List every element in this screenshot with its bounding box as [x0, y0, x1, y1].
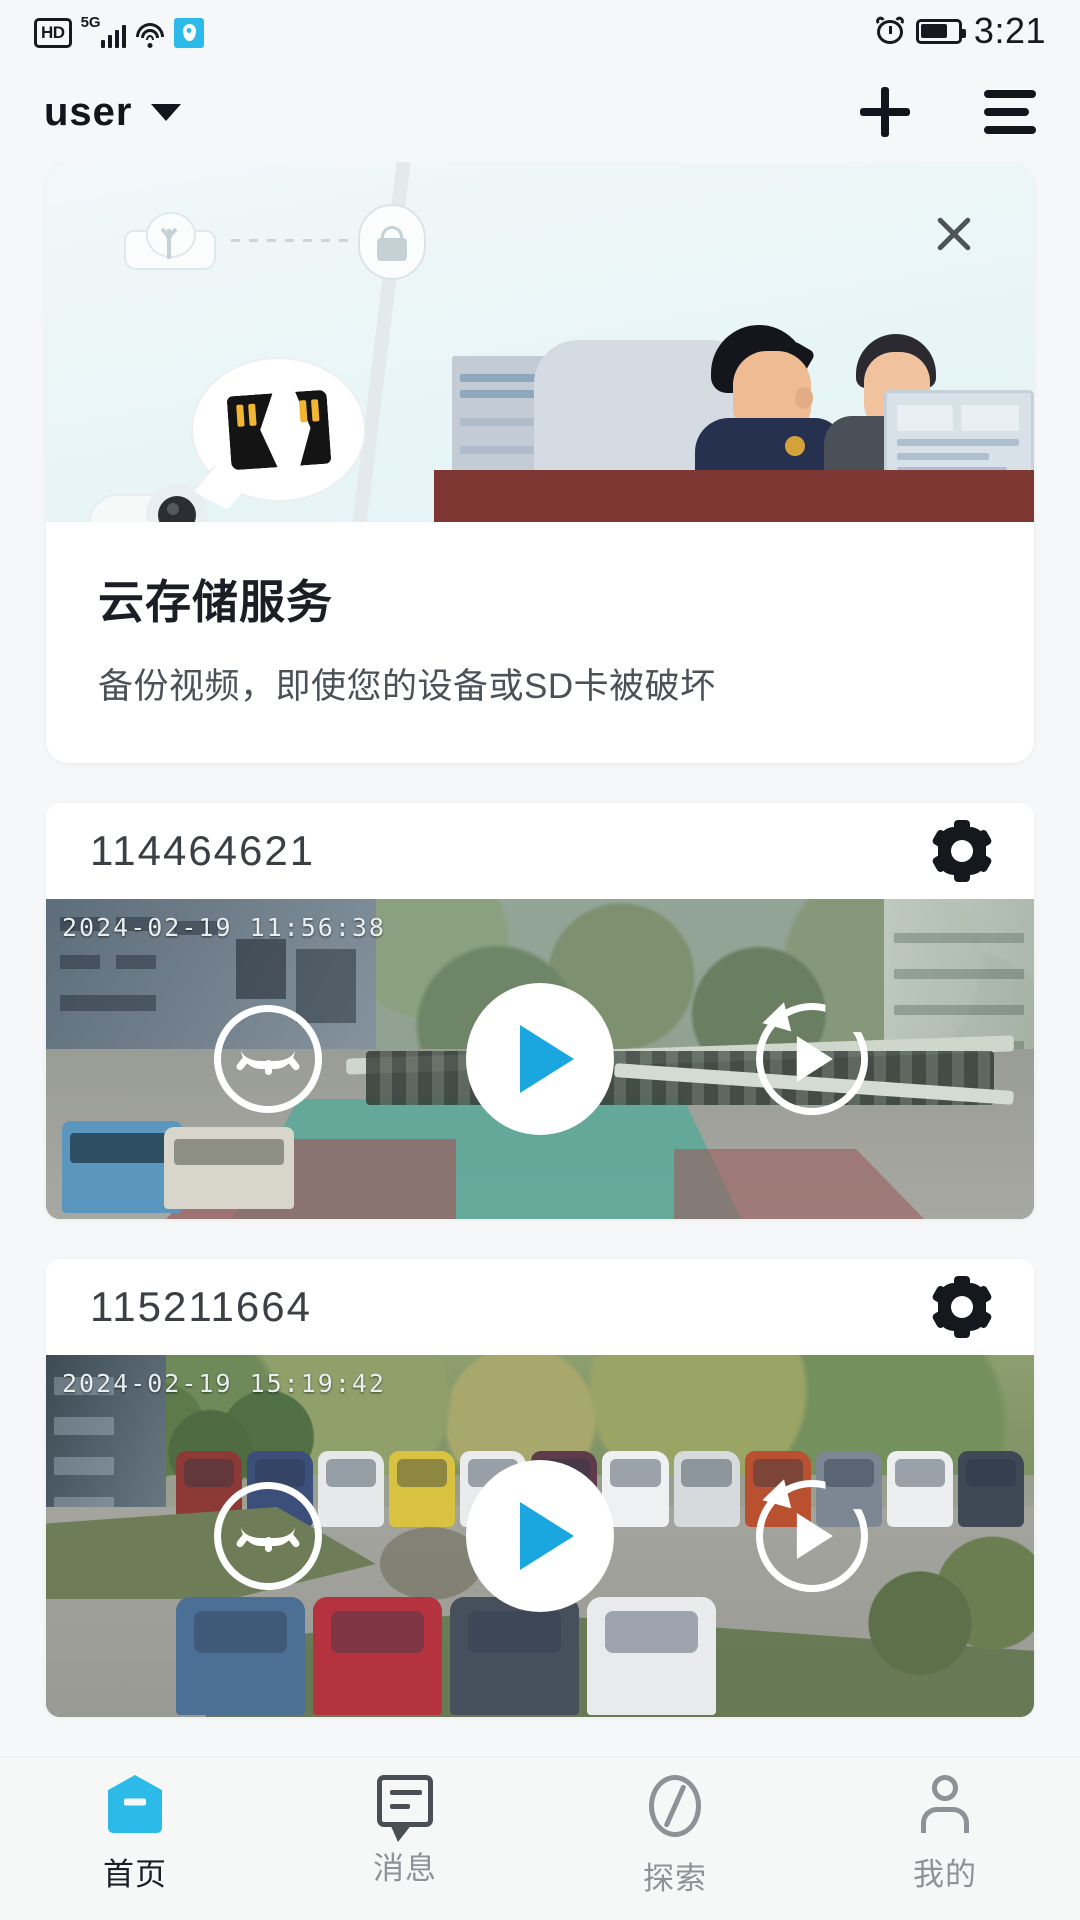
tab-profile-label: 我的: [913, 1857, 977, 1892]
device-card-header: 114464621: [46, 803, 1034, 899]
device-card[interactable]: 114464621 2024-02-19 11:56:38: [46, 803, 1034, 1219]
promo-title: 云存储服务: [98, 576, 333, 628]
status-bar-right: 3:21: [874, 10, 1046, 52]
status-bar: HD 5G 3:21: [0, 0, 1080, 62]
wifi-icon: [135, 22, 165, 48]
app-header: user: [0, 62, 1080, 162]
device-card-header: 115211664: [46, 1259, 1034, 1355]
app-header-actions: [860, 87, 1036, 137]
tab-messages-label: 消息: [373, 1851, 437, 1886]
tab-home-label: 首页: [103, 1857, 167, 1892]
hd-icon: HD: [34, 17, 72, 48]
user-selector[interactable]: user: [44, 90, 181, 135]
message-icon: [377, 1775, 433, 1842]
close-icon[interactable]: [932, 212, 976, 256]
device-card[interactable]: 115211664 2024-02-19 15:19:42: [46, 1259, 1034, 1717]
location-badge-icon: [174, 17, 205, 48]
alarm-clock-icon: [874, 14, 906, 45]
content-scroll-area[interactable]: 云存储服务 备份视频，即使您的设备或SD卡被破坏 114464621 2024-…: [0, 162, 1080, 1756]
bottom-navigation: 首页 消息 探索 我的: [0, 1756, 1080, 1920]
person-icon: [918, 1775, 972, 1833]
status-bar-clock: 3:21: [973, 10, 1046, 51]
speech-bubble: [191, 357, 366, 502]
video-controls: [46, 899, 1034, 1219]
closed-eye-icon[interactable]: [214, 1482, 322, 1590]
broken-sd-card-icon: [226, 389, 331, 470]
network-type-label: 5G: [80, 13, 101, 31]
signal-bars-icon: [100, 22, 127, 48]
battery-icon: [915, 18, 966, 44]
replay-playback-icon[interactable]: [756, 1479, 868, 1592]
tab-home[interactable]: 首页: [0, 1775, 270, 1894]
gear-icon[interactable]: [931, 1276, 993, 1338]
tab-messages[interactable]: 消息: [270, 1775, 540, 1888]
cellular-network-indicator: 5G: [81, 15, 127, 48]
cloud-upload-icon: [124, 212, 216, 270]
play-icon[interactable]: [466, 1460, 614, 1612]
device-live-preview[interactable]: 2024-02-19 15:19:42: [46, 1355, 1034, 1717]
lock-icon: [358, 204, 426, 280]
desk-front-shape: [434, 470, 1034, 522]
device-live-preview[interactable]: 2024-02-19 11:56:38: [46, 899, 1034, 1219]
chevron-down-icon: [150, 103, 181, 121]
promo-text-block: 云存储服务 备份视频，即使您的设备或SD卡被破坏: [46, 522, 1034, 763]
promo-illustration: [46, 162, 1034, 522]
cloud-storage-promo-card[interactable]: 云存储服务 备份视频，即使您的设备或SD卡被破坏: [46, 162, 1034, 763]
tab-profile[interactable]: 我的: [810, 1775, 1080, 1894]
gear-icon[interactable]: [931, 820, 993, 882]
promo-banner: 云存储服务 备份视频，即使您的设备或SD卡被破坏: [46, 162, 1034, 763]
replay-playback-icon[interactable]: [756, 1002, 868, 1115]
plus-icon[interactable]: [860, 87, 910, 137]
device-id-label: 115211664: [90, 1283, 312, 1330]
tab-explore-label: 探索: [643, 1861, 707, 1896]
compass-icon: [649, 1775, 701, 1837]
tab-explore[interactable]: 探索: [540, 1775, 810, 1898]
app-screen: HD 5G 3:21 user 云存储服务 备份视频，即使您的设备或SD卡被破坏…: [0, 0, 1080, 1920]
closed-eye-icon[interactable]: [214, 1005, 322, 1113]
promo-subtitle: 备份视频，即使您的设备或SD卡被破坏: [98, 667, 716, 706]
device-id-label: 114464621: [90, 827, 316, 874]
status-bar-left: HD 5G: [34, 15, 205, 48]
office-scene-illustration: [434, 310, 1034, 522]
dashed-connector: [231, 239, 351, 242]
play-icon[interactable]: [466, 983, 614, 1135]
user-name-label: user: [44, 89, 133, 134]
home-icon: [108, 1775, 162, 1833]
hamburger-menu-icon[interactable]: [984, 90, 1036, 134]
video-controls: [46, 1355, 1034, 1717]
